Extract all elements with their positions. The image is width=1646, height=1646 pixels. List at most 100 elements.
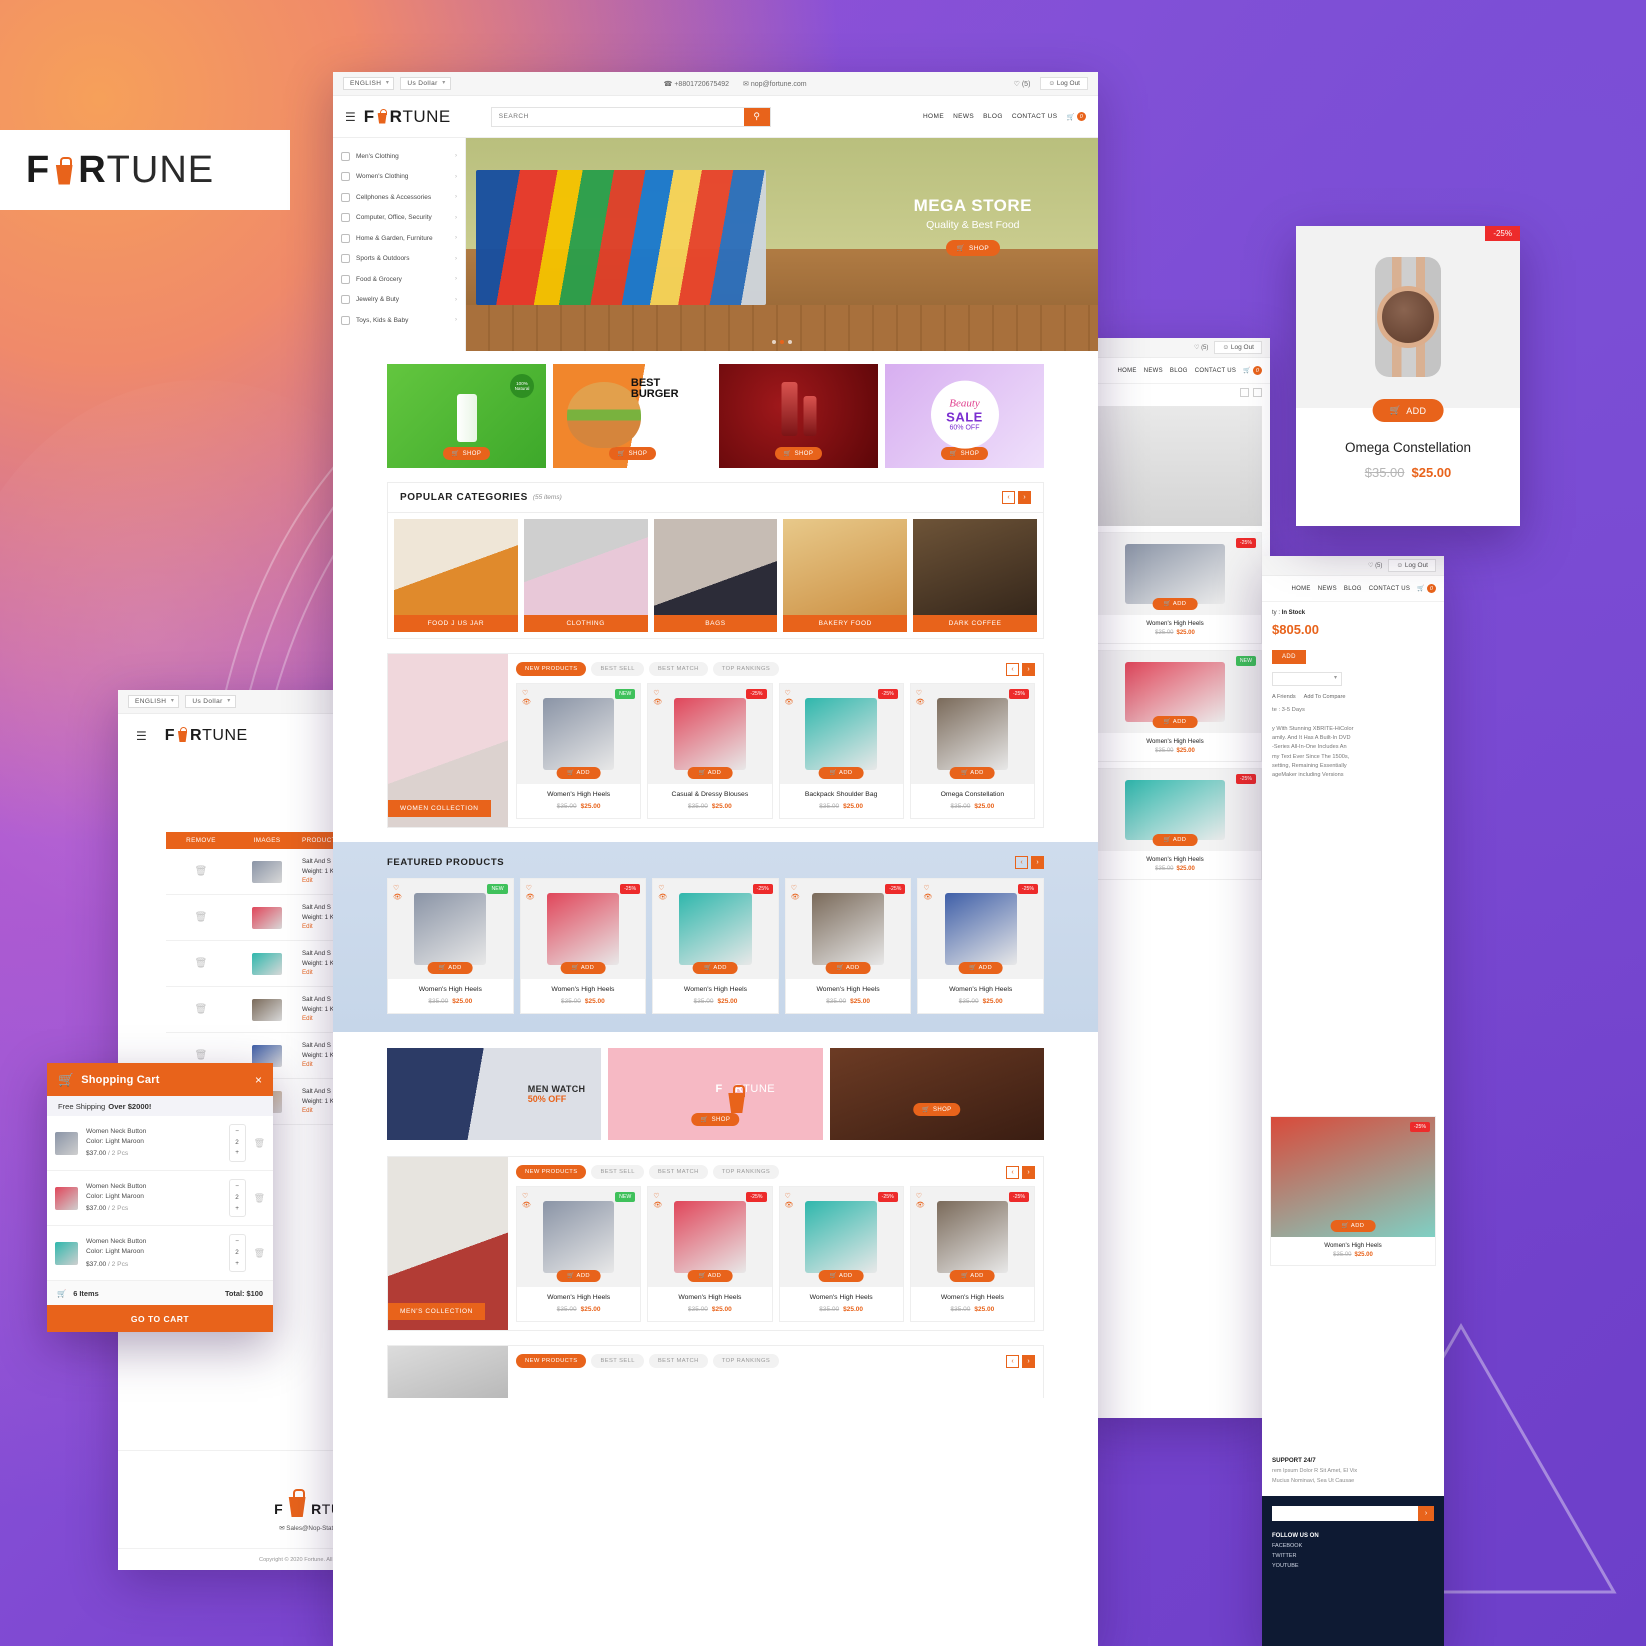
promo-banner-aloe[interactable]: 100% Natural 🛒 SHOP — [387, 364, 546, 468]
tab-2[interactable]: BEST MATCH — [648, 662, 708, 676]
men-watch-banner[interactable]: MEN WATCH 50% OFF — [387, 1048, 602, 1140]
add-to-cart-button[interactable]: 🛒 ADD — [427, 962, 473, 974]
product-filter-tabs[interactable]: NEW PRODUCTS BEST SELL BEST MATCH TOP RANKI… — [516, 1165, 780, 1179]
carousel-arrows[interactable]: ‹ › — [1006, 1165, 1035, 1179]
quantity-stepper[interactable]: − 2 + — [228, 1234, 246, 1273]
product-card[interactable]: ♡ 👁 -25% 🛒 ADD Casual & Dressy Blouses $3… — [647, 683, 773, 819]
quantity-stepper[interactable]: − 2 + — [228, 1179, 246, 1218]
dot-3[interactable] — [788, 340, 792, 344]
submit-arrow-icon[interactable]: › — [1418, 1506, 1434, 1521]
product-card[interactable]: ♡ 👁 -25% 🛒 ADD Women's High Heels $35.00 $… — [519, 878, 647, 1014]
promo-banner-burger[interactable]: BEST BURGER 🛒 SHOP — [553, 364, 712, 468]
prev-arrow-icon[interactable]: ‹ — [1006, 662, 1019, 676]
cart-chip[interactable]: 🛒 0 — [1243, 366, 1262, 375]
dot-1[interactable] — [772, 340, 776, 344]
promo-shop-button[interactable]: 🛒 SHOP — [608, 447, 657, 460]
language-select[interactable]: ENGLISH — [343, 77, 395, 90]
view-toggle[interactable] — [1080, 384, 1270, 400]
promo-banner-beauty[interactable]: Beauty SALE 60% OFF 🛒 SHOP — [885, 364, 1044, 468]
add-to-cart-button[interactable]: 🛒 ADD — [556, 767, 601, 779]
category-card[interactable]: CLOTHING — [523, 519, 648, 632]
product-card[interactable]: ♡ 👁 -25% 🛒 ADD Women's High Heels $35.00 $… — [909, 1186, 1035, 1322]
shoes-banner[interactable]: 🛒 SHOP — [829, 1048, 1044, 1140]
close-icon[interactable]: × — [255, 1073, 262, 1087]
logout-button[interactable]: ☺ Log Out — [1214, 341, 1262, 354]
nav-news[interactable]: NEWS — [1318, 586, 1337, 592]
nav-contact[interactable]: CONTACT US — [1195, 368, 1236, 374]
promo-shop-button[interactable]: 🛒 SHOP — [442, 447, 491, 460]
product-card[interactable]: -25% 🛒 ADD Women's High Heels $35.00 $25.… — [1270, 1116, 1436, 1266]
carousel-arrows[interactable]: ‹ › — [1002, 491, 1031, 504]
product-filter-tabs[interactable]: NEW PRODUCTS BEST SELL BEST MATCH TOP RANKI… — [516, 1354, 780, 1368]
hamburger-icon[interactable]: ☰ — [345, 110, 356, 124]
decrease-icon[interactable]: − — [230, 1182, 245, 1193]
edit-link[interactable]: Edit — [302, 877, 313, 884]
quantity-stepper[interactable]: − 2 + — [228, 1124, 246, 1163]
social-link[interactable]: YOUTUBE — [1272, 1563, 1434, 1569]
add-to-cart-button[interactable]: 🛒 ADD — [560, 962, 606, 974]
tab-1[interactable]: BEST SELL — [591, 662, 644, 676]
add-to-cart-button[interactable]: 🛒 ADD — [950, 767, 995, 779]
wishlist-icon[interactable]: ♡ 👁 — [791, 884, 800, 902]
cart-page-logo[interactable]: F RTUNE — [165, 727, 248, 745]
product-card[interactable]: ♡ 👁 NEW 🛒 ADD Women's High Heels $35.00 $2… — [387, 878, 514, 1014]
newsletter-input[interactable]: › — [1272, 1506, 1434, 1521]
tab-3[interactable]: TOP RANKINGS — [712, 662, 780, 676]
sidebar-item-8[interactable]: Toys, Kids & Baby › — [333, 310, 465, 331]
nav-blog[interactable]: BLOG — [983, 113, 1003, 120]
add-to-cart-button[interactable]: 🛒 ADD — [818, 767, 864, 779]
product-card[interactable]: ♡ 👁 NEW 🛒 ADD Women's High Heels $35.00 $2… — [516, 683, 642, 819]
tab-0[interactable]: NEW PRODUCTS — [516, 662, 587, 676]
prev-arrow-icon[interactable]: ‹ — [1006, 1165, 1019, 1179]
tab-2[interactable]: BEST MATCH — [648, 1165, 708, 1179]
search-input[interactable] — [491, 107, 744, 126]
carousel-dots[interactable] — [772, 340, 792, 344]
product-card[interactable]: ♡ 👁 -25% 🛒 ADD Women's High Heels $35.00 $… — [652, 878, 779, 1014]
list-view-icon[interactable] — [1253, 387, 1262, 397]
remove-icon[interactable]: 🗑 — [166, 958, 236, 969]
men-collection-banner[interactable]: MEN'S COLLECTION — [388, 1157, 508, 1330]
product-card[interactable]: ♡ 👁 -25% 🛒 ADD Women's High Heels $35.00 $… — [647, 1186, 773, 1322]
add-to-cart-button[interactable]: 🛒 ADD — [1152, 716, 1198, 728]
search-icon[interactable]: ⚲ — [743, 107, 770, 126]
go-to-cart-button[interactable]: GO TO CART — [47, 1305, 273, 1333]
edit-link[interactable]: Edit — [302, 923, 313, 930]
add-to-cart-button[interactable]: 🛒 ADD — [1372, 399, 1444, 422]
wishlist-icon[interactable]: ♡ 👁 — [522, 689, 531, 707]
add-to-compare-link[interactable]: Add To Compare — [1304, 694, 1346, 700]
remove-icon[interactable]: 🗑 — [166, 912, 236, 923]
add-to-cart-button[interactable]: 🛒 ADD — [556, 1270, 601, 1282]
wishlist-icon[interactable]: ♡ 👁 — [785, 689, 794, 707]
wishlist-count[interactable]: ♡ (5) — [1368, 562, 1382, 569]
prev-arrow-icon[interactable]: ‹ — [1006, 1354, 1019, 1368]
social-link[interactable]: TWITTER — [1272, 1553, 1434, 1559]
nav-home[interactable]: HOME — [1117, 368, 1136, 374]
tab-0[interactable]: NEW PRODUCTS — [516, 1165, 587, 1179]
wishlist-icon[interactable]: ♡ 👁 — [785, 1192, 794, 1210]
cart-chip[interactable]: 🛒 0 — [1067, 112, 1086, 121]
category-card[interactable]: BAKERY FOOD — [783, 519, 908, 632]
omega-product-card[interactable]: -25% 🛒 ADD Omega Constellation $35.00 $25… — [1296, 226, 1520, 526]
currency-select[interactable]: Us Dollar — [185, 695, 236, 708]
social-link[interactable]: FACEBOOK — [1272, 1543, 1434, 1549]
tab-3[interactable]: TOP RANKINGS — [712, 1165, 780, 1179]
product-card[interactable]: ♡ 👁 -25% 🛒 ADD Women's High Heels $35.00 $… — [778, 1186, 904, 1322]
add-to-cart-button[interactable]: 🛒 ADD — [687, 767, 733, 779]
women-collection-banner[interactable]: WOMEN COLLECTION — [388, 654, 508, 827]
add-to-cart-button[interactable]: 🛒 ADD — [958, 962, 1004, 974]
increase-icon[interactable]: + — [230, 1204, 245, 1215]
edit-link[interactable]: Edit — [302, 969, 313, 976]
next-arrow-icon[interactable]: › — [1022, 662, 1035, 676]
decrease-icon[interactable]: − — [230, 1127, 245, 1138]
sidebar-item-4[interactable]: Home & Garden, Furniture › — [333, 228, 465, 249]
logout-button[interactable]: ☺ Log Out — [1040, 77, 1088, 90]
nav-blog[interactable]: BLOG — [1170, 368, 1188, 374]
nav-home[interactable]: HOME — [923, 113, 944, 120]
product-card[interactable]: ♡ 👁 -25% 🛒 ADD Omega Constellation $35.00… — [909, 683, 1035, 819]
quantity-select[interactable] — [1272, 672, 1342, 686]
sidebar-item-6[interactable]: Food & Grocery › — [333, 269, 465, 290]
decrease-icon[interactable]: − — [230, 1237, 245, 1248]
nav-home[interactable]: HOME — [1291, 586, 1310, 592]
remove-icon[interactable]: 🗑 — [166, 1050, 236, 1061]
product-card[interactable]: -25% 🛒 ADD Women's High Heels $35.00 $25.… — [1088, 532, 1262, 644]
